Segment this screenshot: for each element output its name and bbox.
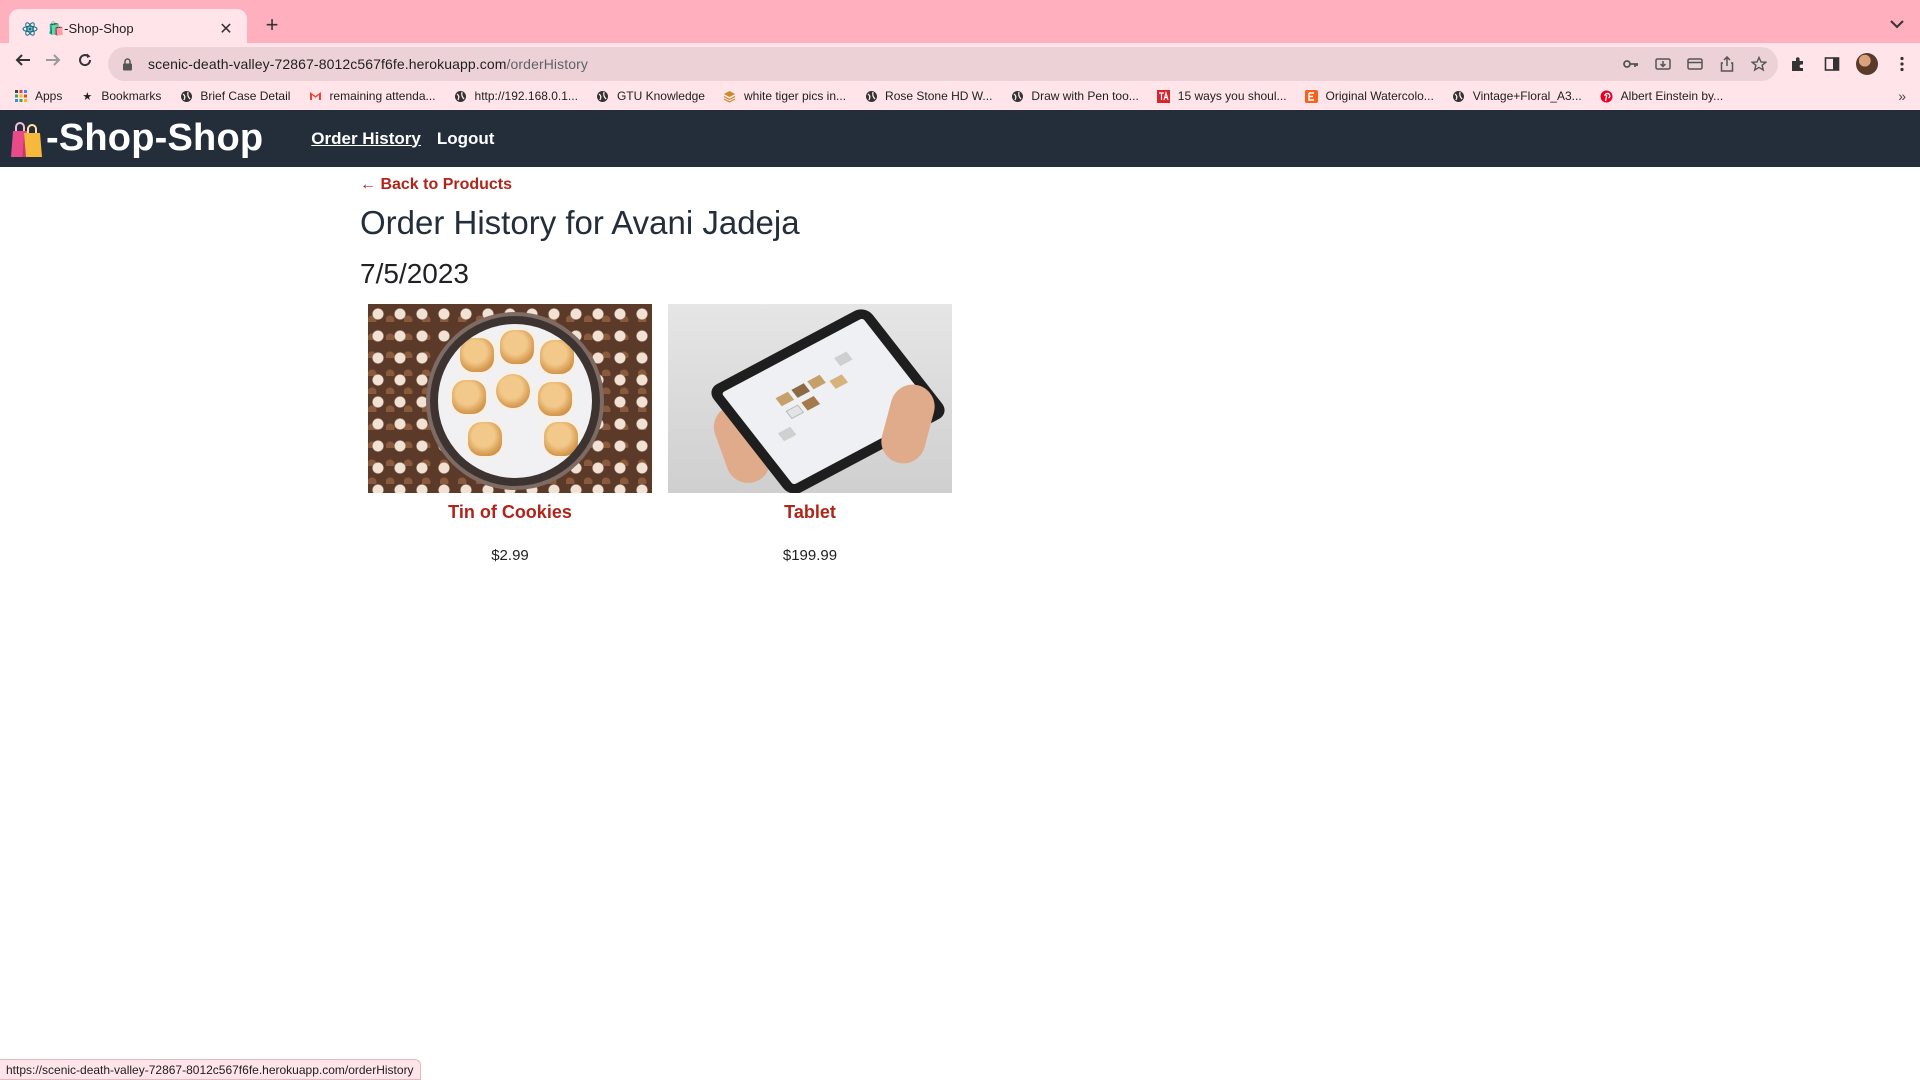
reload-icon[interactable]	[70, 43, 100, 77]
bookmark-item[interactable]: Draw with Pen too...	[1010, 89, 1139, 103]
react-favicon-icon	[21, 20, 39, 38]
globe-icon	[1452, 89, 1466, 103]
back-to-products-link[interactable]: ← Back to Products	[360, 176, 1560, 194]
side-panel-icon[interactable]	[1822, 54, 1842, 74]
browser-tab-strip: 🛍️-Shop-Shop ✕ +	[0, 0, 1920, 49]
order-date: 7/5/2023	[360, 258, 469, 289]
page-title: Order History for Avani Jadeja	[360, 204, 800, 241]
profile-avatar[interactable]	[1856, 53, 1878, 75]
bookmark-item[interactable]: Original Watercolo...	[1305, 89, 1434, 103]
bookmark-label: Bookmarks	[101, 89, 162, 103]
order-group: 7/5/2023 Tin of Cookies $2.99 Tablet $19…	[360, 258, 1560, 564]
globe-icon	[454, 89, 468, 103]
bookmark-label: Vintage+Floral_A3...	[1472, 89, 1582, 103]
product-name-link[interactable]: Tablet	[668, 502, 952, 523]
globe-icon	[179, 89, 193, 103]
gmail-icon	[308, 89, 322, 103]
bookmark-label: Rose Stone HD W...	[885, 89, 993, 103]
bookmark-star-icon[interactable]	[1750, 55, 1768, 73]
extensions-puzzle-icon[interactable]	[1788, 54, 1808, 74]
bookmark-label: Draw with Pen too...	[1031, 89, 1139, 103]
globe-icon	[1010, 89, 1024, 103]
bookmarks-bar: Apps ★ Bookmarks Brief Case Detail remai…	[0, 82, 1920, 110]
url-text: scenic-death-valley-72867-8012c567f6fe.h…	[148, 56, 588, 72]
lock-icon[interactable]	[122, 57, 136, 71]
bookmark-item[interactable]: GTU Knowledge	[596, 89, 705, 103]
tablet-image[interactable]	[668, 304, 952, 493]
bookmark-item[interactable]: 15 ways you shoul...	[1157, 89, 1287, 103]
stack-icon	[723, 89, 737, 103]
globe-icon	[596, 89, 610, 103]
url-host: scenic-death-valley-72867-8012c567f6fe.h…	[148, 56, 507, 72]
bookmark-label: remaining attenda...	[329, 89, 436, 103]
brand-name: -Shop-Shop	[46, 117, 264, 159]
bookmark-item[interactable]: Albert Einstein by...	[1600, 89, 1724, 103]
order-history-page: ← Back to Products Order History for Ava…	[360, 176, 1560, 564]
star-icon: ★	[82, 90, 93, 103]
bookmark-item[interactable]: http://192.168.0.1...	[454, 89, 578, 103]
bookmark-item[interactable]: ★ Bookmarks	[80, 89, 161, 103]
bookmark-item[interactable]: Brief Case Detail	[179, 89, 290, 103]
bookmark-label: Original Watercolo...	[1325, 89, 1434, 103]
bookmark-item[interactable]: remaining attenda...	[308, 89, 436, 103]
bookmark-item[interactable]: Rose Stone HD W...	[864, 89, 992, 103]
bookmark-label: http://192.168.0.1...	[474, 89, 578, 103]
forward-arrow-icon[interactable]	[38, 43, 68, 77]
bookmark-item[interactable]: Apps	[14, 89, 62, 103]
tab-title: 🛍️-Shop-Shop	[48, 21, 134, 36]
globe-icon	[864, 89, 878, 103]
bookmark-item[interactable]: Vintage+Floral_A3...	[1452, 89, 1582, 103]
apps-grid-icon	[14, 89, 28, 103]
address-bar[interactable]: scenic-death-valley-72867-8012c567f6fe.h…	[108, 47, 1778, 81]
bookmarks-overflow-icon[interactable]: »	[1898, 88, 1906, 104]
key-icon[interactable]	[1622, 55, 1640, 73]
back-arrow-icon[interactable]	[8, 43, 38, 77]
card-icon[interactable]	[1686, 55, 1704, 73]
product-card: Tablet $199.99	[668, 304, 952, 564]
product-card: Tin of Cookies $2.99	[368, 304, 652, 564]
status-bar-url: https://scenic-death-valley-72867-8012c5…	[0, 1059, 421, 1080]
pinterest-icon	[1600, 89, 1614, 103]
browser-menu-icon[interactable]	[1892, 54, 1912, 74]
ta-icon	[1157, 89, 1171, 103]
bookmark-item[interactable]: white tiger pics in...	[723, 89, 846, 103]
product-name-link[interactable]: Tin of Cookies	[368, 502, 652, 523]
tab-close-icon[interactable]: ✕	[217, 19, 235, 39]
url-path: /orderHistory	[506, 56, 588, 72]
etsy-icon	[1305, 89, 1319, 103]
product-price: $199.99	[782, 547, 838, 564]
new-tab-icon[interactable]: +	[260, 13, 284, 37]
bookmark-label: Apps	[35, 89, 63, 103]
site-header: -Shop-Shop Order History Logout	[0, 110, 1920, 167]
nav-order-history[interactable]: Order History	[311, 129, 421, 149]
site-nav: Order History Logout	[311, 129, 494, 149]
bookmark-label: GTU Knowledge	[616, 89, 705, 103]
bookmark-label: Albert Einstein by...	[1620, 89, 1724, 103]
install-app-icon[interactable]	[1654, 55, 1672, 73]
share-icon[interactable]	[1718, 55, 1736, 73]
shopping-bags-icon	[8, 119, 44, 159]
bookmark-label: Brief Case Detail	[200, 89, 291, 103]
tab-search-chevron-icon[interactable]	[1890, 16, 1904, 34]
order-products: Tin of Cookies $2.99 Tablet $199.99	[368, 304, 1560, 564]
nav-logout[interactable]: Logout	[437, 129, 495, 149]
bookmark-label: white tiger pics in...	[743, 89, 847, 103]
cookie-tin-image[interactable]	[368, 304, 652, 493]
product-price: $2.99	[491, 547, 529, 564]
site-logo-link[interactable]: -Shop-Shop	[8, 117, 263, 160]
bookmark-label: 15 ways you shoul...	[1177, 89, 1287, 103]
